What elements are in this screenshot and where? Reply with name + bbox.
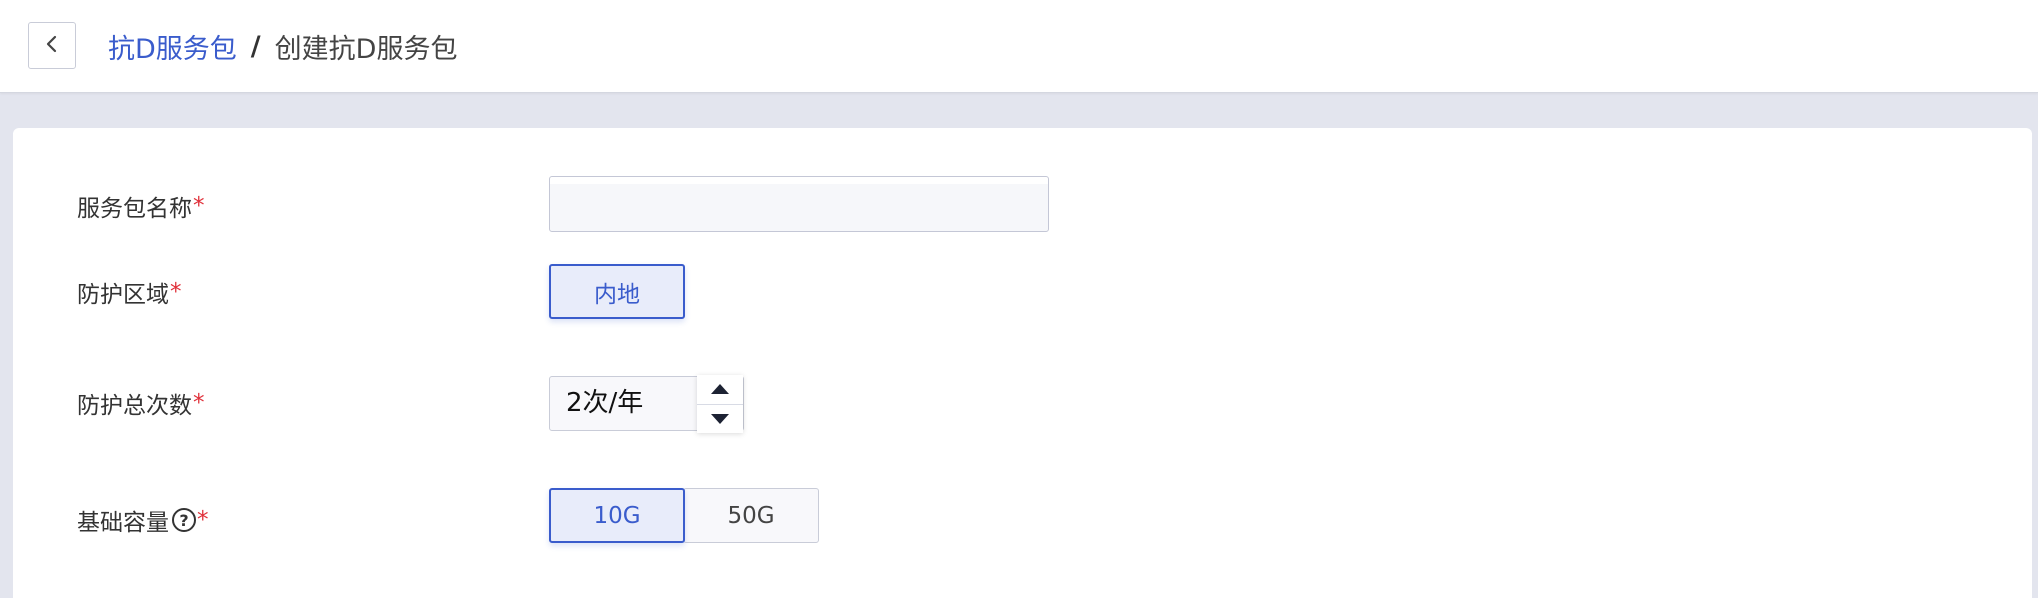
service-name-label-text: 服务包名称 (77, 196, 192, 222)
triangle-down-icon (710, 410, 730, 429)
required-marker: * (193, 193, 205, 219)
protection-count-label-text: 防护总次数 (77, 393, 192, 419)
protection-count-label: 防护总次数 * (77, 383, 205, 423)
back-button[interactable] (28, 22, 76, 69)
capacity-option-50g[interactable]: 50G (683, 488, 819, 543)
service-name-input[interactable] (549, 176, 1049, 232)
chevron-left-icon (44, 34, 60, 58)
decrement-button[interactable] (697, 404, 743, 433)
breadcrumb-separator: / (250, 30, 261, 62)
triangle-up-icon (710, 380, 730, 399)
base-capacity-label: 基础容量? * (77, 500, 209, 540)
question-circle-icon[interactable]: ? (172, 508, 196, 532)
top-bar: 抗D服务包 / 创建抗D服务包 (0, 0, 2038, 93)
required-marker: * (197, 507, 209, 533)
base-capacity-label-text: 基础容量 (77, 510, 169, 536)
breadcrumb-parent-link[interactable]: 抗D服务包 (108, 27, 237, 66)
protection-region-label-text: 防护区域 (77, 282, 169, 308)
increment-button[interactable] (697, 375, 743, 404)
breadcrumb: 抗D服务包 / 创建抗D服务包 (108, 26, 457, 66)
capacity-option-10g[interactable]: 10G (549, 488, 685, 543)
stepper-buttons (697, 375, 743, 433)
stepper-value: 2次/年 (566, 388, 644, 418)
page-title: 创建抗D服务包 (274, 33, 458, 65)
protection-count-stepper[interactable]: 2次/年 (549, 375, 744, 433)
required-marker: * (170, 279, 182, 305)
required-marker: * (193, 390, 205, 416)
region-option-mainland[interactable]: 内地 (549, 264, 685, 319)
form-card: 服务包名称 * 防护区域 * 内地 防护总次数 * 2次/年 基础容量? * 10G 5… (13, 128, 2032, 598)
protection-region-label: 防护区域 * (77, 272, 182, 312)
service-name-label: 服务包名称 * (77, 186, 205, 226)
